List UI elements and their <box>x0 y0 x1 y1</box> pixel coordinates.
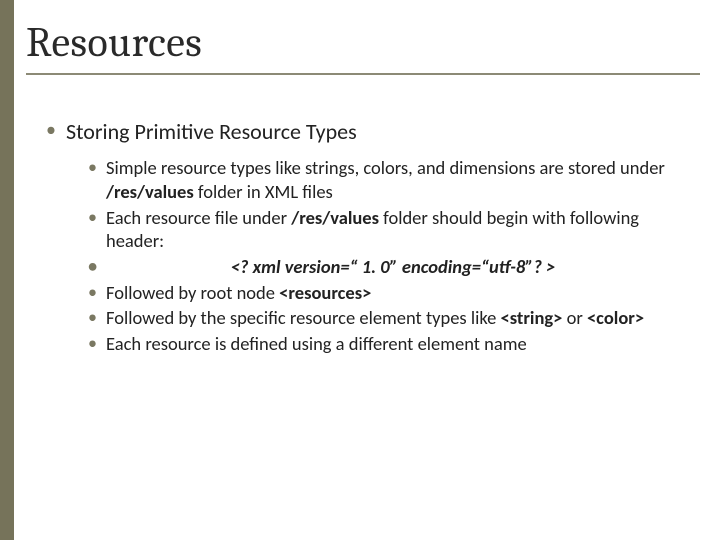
title-block: Resources <box>26 18 700 75</box>
bold-text: <string> <box>501 306 563 329</box>
text: or <box>562 306 587 329</box>
text: Followed by the specific resource elemen… <box>106 306 501 329</box>
text: folder in XML files <box>194 180 333 203</box>
text: Followed by root node <box>106 281 279 304</box>
bullet-item: Each resource is defined using a differe… <box>88 332 680 356</box>
side-stripe <box>0 0 14 540</box>
bullet-item: Followed by the specific resource elemen… <box>88 306 680 330</box>
section-heading: Storing Primitive Resource Types <box>46 118 680 146</box>
xml-header-line: <? xml version=“ 1. 0” encoding=“utf-8”?… <box>88 255 680 279</box>
bold-text: <color> <box>587 306 644 329</box>
text: Simple resource types like strings, colo… <box>106 156 665 179</box>
bold-text: /res/values <box>291 206 379 229</box>
bullet-item: Each resource file under /res/values fol… <box>88 206 680 253</box>
bold-text: <resources> <box>279 281 371 304</box>
bullet-item: Followed by root node <resources> <box>88 281 680 305</box>
bullet-list: Simple resource types like strings, colo… <box>46 156 680 355</box>
bold-text: /res/values <box>106 180 194 203</box>
slide-body: Storing Primitive Resource Types Simple … <box>46 118 680 358</box>
text: Each resource file under <box>106 206 291 229</box>
slide: Resources Storing Primitive Resource Typ… <box>0 0 720 540</box>
title-rule <box>26 73 700 75</box>
slide-title: Resources <box>26 18 700 67</box>
bullet-item: Simple resource types like strings, colo… <box>88 156 680 203</box>
